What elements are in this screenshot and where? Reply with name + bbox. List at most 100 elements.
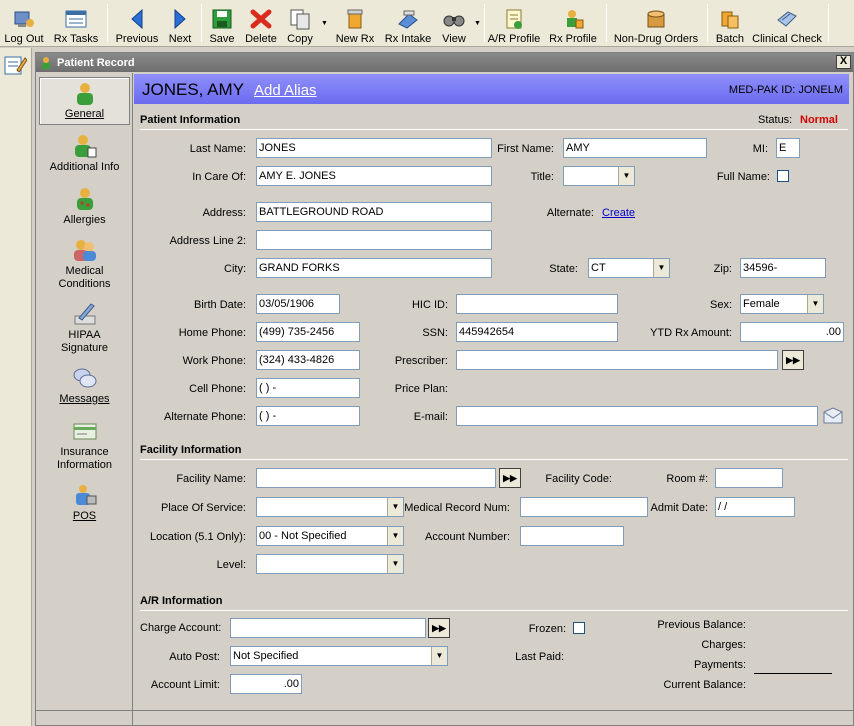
previous-button[interactable]: Previous <box>114 3 160 45</box>
facility-lookup-button[interactable]: ▶▶ <box>499 468 521 488</box>
address2-field[interactable] <box>256 230 492 250</box>
delete-button[interactable]: Delete <box>243 3 279 45</box>
prescriber-lookup-button[interactable]: ▶▶ <box>782 350 804 370</box>
copy-dropdown-arrow-icon[interactable]: ▼ <box>321 20 328 27</box>
medical-record-num-field[interactable] <box>520 497 648 517</box>
rx-intake-label: Rx Intake <box>384 33 432 45</box>
allergy-person-icon <box>72 186 98 212</box>
rx-intake-button[interactable]: Rx Intake <box>382 3 434 45</box>
next-button[interactable]: Next <box>165 3 195 45</box>
fast-forward-icon: ▶▶ <box>432 623 446 633</box>
level-select[interactable]: ▼ <box>256 554 404 574</box>
next-label: Next <box>168 33 192 45</box>
first-name-field[interactable]: AMY <box>563 138 707 158</box>
main-toolbar: Log Out Rx Tasks Previous Next Save Dele… <box>0 0 854 47</box>
work-phone-label: Work Phone: <box>182 355 246 367</box>
zip-field[interactable]: 34596- <box>740 258 826 278</box>
room-field[interactable] <box>715 468 783 488</box>
toolbar-separator <box>828 4 829 42</box>
room-label: Room #: <box>666 473 708 485</box>
non-drug-orders-button[interactable]: Non-Drug Orders <box>613 3 699 45</box>
facility-name-label: Facility Name: <box>176 473 246 485</box>
cell-phone-field[interactable]: ( ) - <box>256 378 360 398</box>
nav-item-medical-conditions[interactable]: Medical Conditions <box>39 237 130 291</box>
ssn-label: SSN: <box>422 327 448 339</box>
hic-field[interactable] <box>456 294 618 314</box>
nav-item-allergies[interactable]: Allergies <box>39 186 130 227</box>
patient-name: JONES, AMY <box>142 80 245 99</box>
account-limit-field[interactable]: .00 <box>230 674 302 694</box>
clinical-check-button[interactable]: Clinical Check <box>752 3 822 45</box>
charge-account-lookup-button[interactable]: ▶▶ <box>428 618 450 638</box>
add-alias-link[interactable]: Add Alias <box>254 82 317 99</box>
rx-tasks-button[interactable]: Rx Tasks <box>52 3 100 45</box>
location-select[interactable]: 00 - Not Specified ▼ <box>256 526 404 546</box>
toolbar-separator <box>201 4 202 42</box>
email-field[interactable] <box>456 406 818 426</box>
nav-item-hipaa-signature[interactable]: HIPAA Signature <box>39 301 130 355</box>
view-dropdown-arrow-icon[interactable]: ▼ <box>474 20 481 27</box>
non-drug-orders-label: Non-Drug Orders <box>613 33 699 45</box>
patient-info-heading: Patient Information <box>140 114 241 126</box>
view-button[interactable]: View <box>440 3 468 45</box>
prescriber-field[interactable] <box>456 350 778 370</box>
location-label: Location (5.1 Only): <box>150 531 246 543</box>
insurance-card-icon <box>72 418 98 444</box>
ar-profile-button[interactable]: A/R Profile <box>488 3 540 45</box>
sex-value: Female <box>743 298 780 310</box>
status-value: Normal <box>800 114 838 126</box>
mi-field[interactable]: E <box>776 138 800 158</box>
previous-label: Previous <box>115 33 159 45</box>
frozen-checkbox[interactable] <box>573 622 585 634</box>
toolbar-separator <box>707 4 708 42</box>
create-alternate-link[interactable]: Create <box>602 207 635 219</box>
arrow-right-icon <box>168 8 192 30</box>
in-care-of-field[interactable]: AMY E. JONES <box>256 166 492 186</box>
birth-date-field[interactable]: 03/05/1906 <box>256 294 340 314</box>
nav-label: HIPAA Signature <box>60 329 109 354</box>
account-number-field[interactable] <box>520 526 624 546</box>
nav-item-general[interactable]: General <box>39 77 130 125</box>
rx-profile-label: Rx Profile <box>549 33 597 45</box>
batch-button[interactable]: Batch <box>713 3 747 45</box>
state-select[interactable]: CT ▼ <box>588 258 670 278</box>
alternate-phone-field[interactable]: ( ) - <box>256 406 360 426</box>
close-button[interactable]: X <box>836 55 851 69</box>
medical-conditions-icon <box>72 237 98 263</box>
location-value: 00 - Not Specified <box>259 530 347 542</box>
work-phone-field[interactable]: (324) 433-4826 <box>256 350 360 370</box>
notepad-icon[interactable] <box>3 54 28 79</box>
toolbar-separator <box>606 4 607 42</box>
rx-profile-button[interactable]: Rx Profile <box>549 3 597 45</box>
full-name-checkbox[interactable] <box>777 170 789 182</box>
ytd-rx-amount-field[interactable]: .00 <box>740 322 844 342</box>
logout-button[interactable]: Log Out <box>4 3 44 45</box>
sex-select[interactable]: Female ▼ <box>740 294 824 314</box>
address-field[interactable]: BATTLEGROUND ROAD <box>256 202 492 222</box>
new-rx-button[interactable]: New Rx <box>334 3 376 45</box>
nav-item-messages[interactable]: Messages <box>39 365 130 406</box>
pos-register-icon <box>72 482 98 508</box>
save-icon <box>210 8 234 30</box>
rx-intake-icon <box>396 8 420 30</box>
email-envelope-icon[interactable] <box>822 406 844 429</box>
nav-item-additional-info[interactable]: Additional Info <box>39 133 130 174</box>
charge-account-field[interactable] <box>230 618 426 638</box>
auto-post-select[interactable]: Not Specified ▼ <box>230 646 448 666</box>
save-button[interactable]: Save <box>207 3 237 45</box>
place-of-service-label: Place Of Service: <box>161 502 246 514</box>
home-phone-field[interactable]: (499) 735-2456 <box>256 322 360 342</box>
place-of-service-select[interactable]: ▼ <box>256 497 404 517</box>
ssn-field[interactable]: 445942654 <box>456 322 618 342</box>
facility-name-field[interactable] <box>256 468 496 488</box>
nav-item-insurance-information[interactable]: Insurance Information <box>39 418 130 472</box>
nav-item-pos[interactable]: POS <box>39 482 130 523</box>
last-name-field[interactable]: JONES <box>256 138 492 158</box>
copy-button[interactable]: Copy <box>285 3 315 45</box>
title-select[interactable]: ▼ <box>563 166 635 186</box>
patient-record-window: Patient Record X General Additional Info… <box>35 52 854 726</box>
ar-profile-label: A/R Profile <box>487 33 541 45</box>
title-label: Title: <box>530 171 554 183</box>
city-field[interactable]: GRAND FORKS <box>256 258 492 278</box>
admit-date-field[interactable]: / / <box>715 497 795 517</box>
